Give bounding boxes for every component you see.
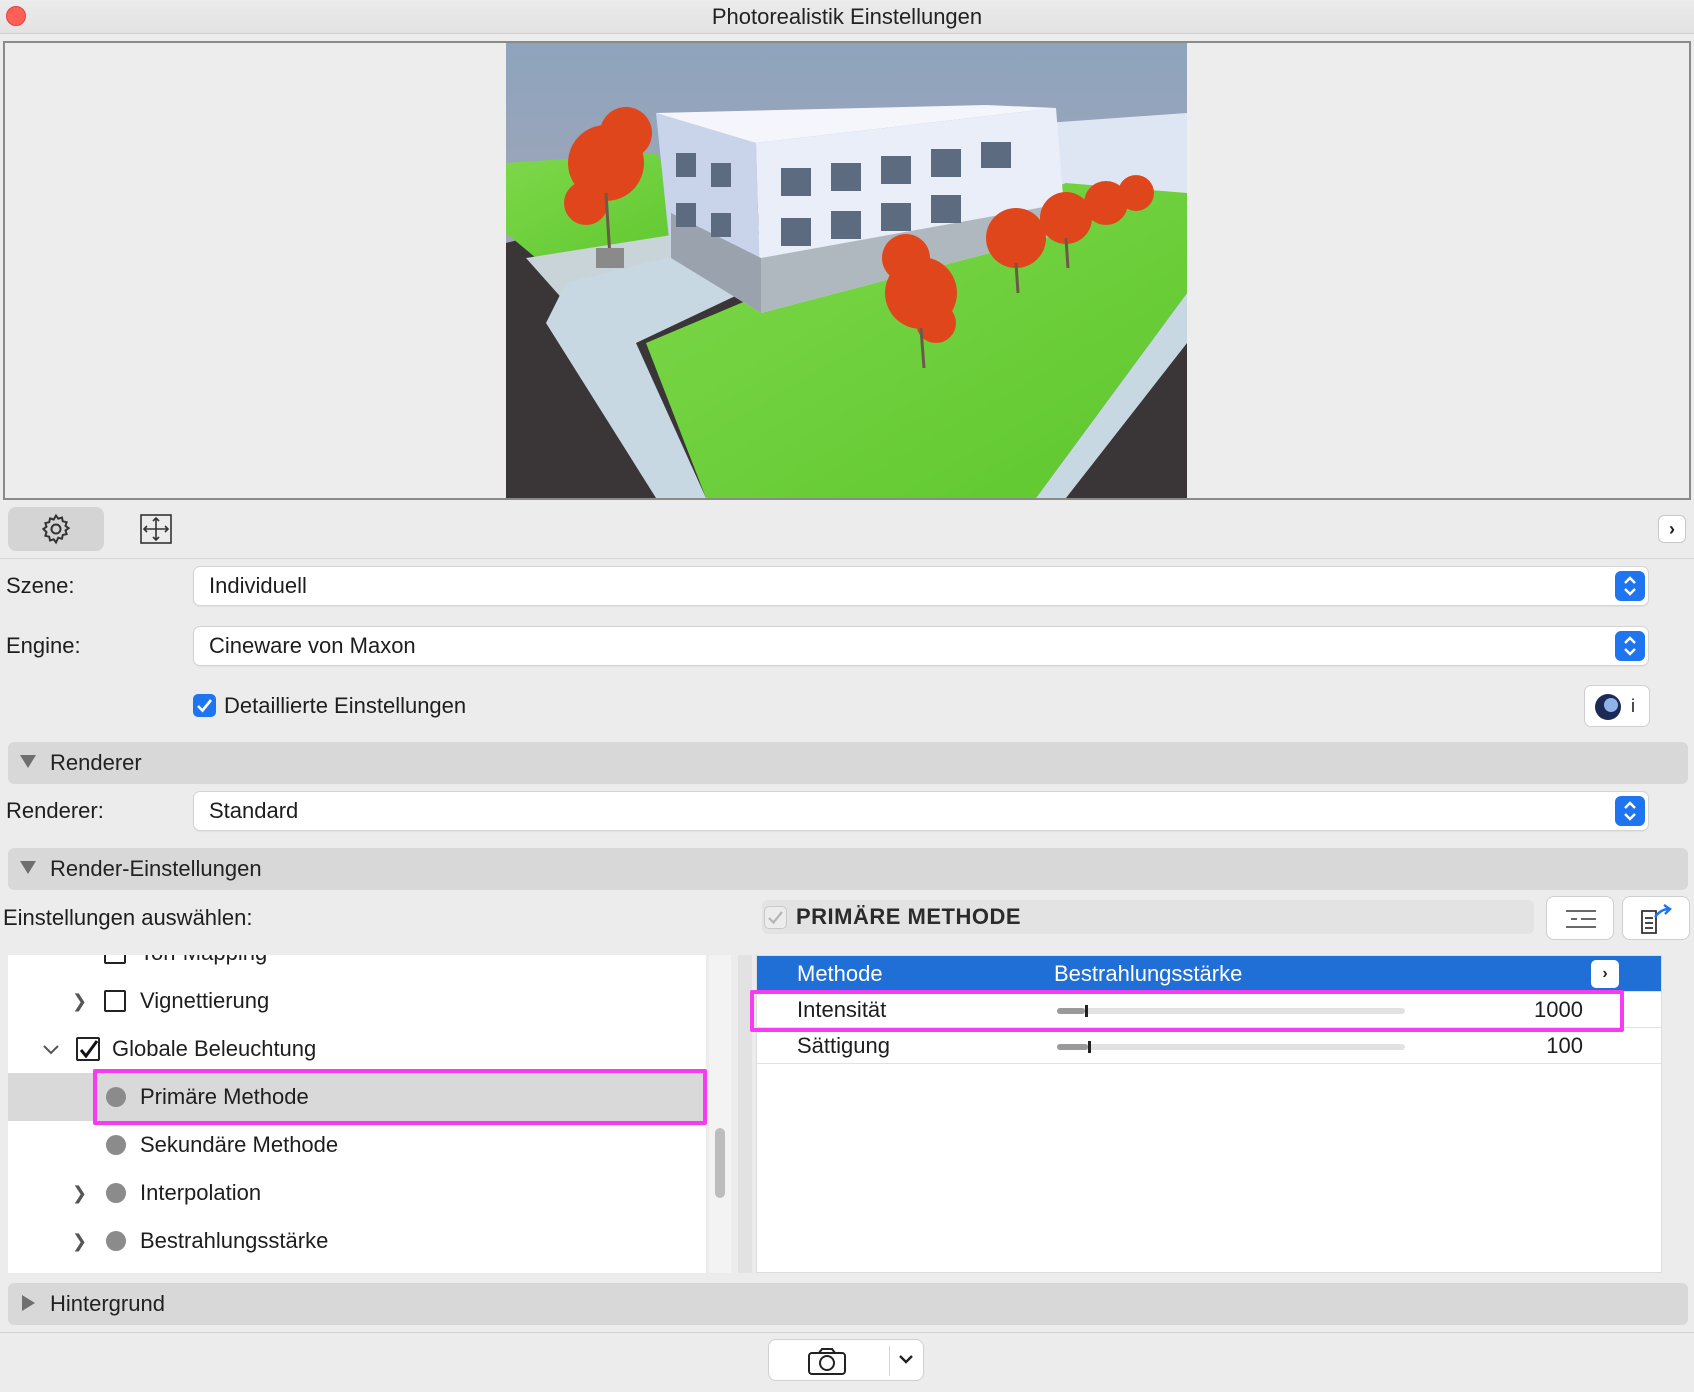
chevron-right-icon: ›	[1669, 519, 1675, 539]
updown-chevron-icon	[1615, 631, 1645, 661]
intensity-slider[interactable]	[1057, 1005, 1405, 1017]
section-render-settings-label: Render-Einstellungen	[50, 856, 262, 881]
slider-fill	[1057, 1008, 1085, 1014]
renderer-select[interactable]: Standard	[193, 791, 1649, 831]
slider-thumb[interactable]	[1084, 1005, 1088, 1017]
gear-icon	[8, 507, 104, 551]
section-background[interactable]: Hintergrund	[8, 1283, 1688, 1325]
settings-tab-button[interactable]	[8, 507, 104, 551]
property-name: Intensität	[797, 997, 887, 1022]
tree-item-bestrahlungsstaerke[interactable]: ❯ Bestrahlungsstärke	[8, 1217, 706, 1265]
detailed-settings-label: Detaillierte Einstellungen	[224, 693, 467, 718]
triangle-right-icon	[22, 1295, 35, 1311]
choose-settings-label: Einstellungen auswählen:	[3, 905, 253, 930]
chevron-right-icon[interactable]: ❯	[72, 1180, 87, 1206]
properties-panel: Methode Bestrahlungsstärke › Intensität …	[756, 955, 1662, 1273]
status-dot	[106, 1135, 126, 1155]
chevron-down-icon[interactable]	[898, 1354, 914, 1366]
tree-item-ton-mapping[interactable]: Ton-Mapping	[8, 955, 706, 977]
current-setting-title: PRIMÄRE METHODE	[796, 904, 1022, 929]
scene-label: Szene:	[6, 573, 75, 598]
tree-scrollbar[interactable]	[709, 955, 731, 1273]
settings-tree-panel[interactable]: Ton-Mapping ❯ Vignettierung Globale Bele…	[8, 955, 706, 1273]
property-row-saettigung[interactable]: Sättigung 100	[757, 1028, 1661, 1064]
tree-item-vignettierung[interactable]: ❯ Vignettierung	[8, 977, 706, 1025]
detailed-settings-checkbox[interactable]	[193, 694, 216, 717]
property-row-intensitaet[interactable]: Intensität 1000	[757, 992, 1661, 1028]
tree-view-button[interactable]	[1546, 896, 1614, 940]
export-settings-button[interactable]	[1622, 896, 1690, 940]
checkmark-icon	[768, 911, 783, 925]
slider-thumb[interactable]	[1088, 1041, 1092, 1053]
tree-item-globale-beleuchtung[interactable]: Globale Beleuchtung	[8, 1025, 706, 1073]
checkmark-icon	[79, 1040, 99, 1059]
engine-value: Cineware von Maxon	[209, 633, 416, 658]
camera-icon	[808, 1348, 846, 1375]
section-renderer-label: Renderer	[50, 750, 142, 775]
triangle-down-icon	[20, 755, 36, 768]
property-value: Bestrahlungsstärke	[1054, 961, 1243, 986]
render-preview-image	[506, 43, 1187, 498]
property-value: 100	[1546, 1033, 1583, 1058]
bottom-divider	[0, 1332, 1694, 1333]
tree-item-primaere-methode[interactable]: Primäre Methode	[8, 1073, 706, 1121]
property-name: Sättigung	[797, 1033, 890, 1058]
cineware-info-button[interactable]: i	[1584, 685, 1650, 727]
property-value: 1000	[1534, 997, 1583, 1022]
engine-select[interactable]: Cineware von Maxon	[193, 626, 1649, 666]
status-dot	[106, 1231, 126, 1251]
checkmark-icon	[197, 699, 213, 713]
button-divider	[889, 1346, 890, 1376]
chevron-right-icon[interactable]: ❯	[72, 988, 87, 1014]
checkbox[interactable]	[104, 990, 126, 1012]
status-dot	[106, 1183, 126, 1203]
updown-chevron-icon	[1615, 796, 1645, 826]
tree-scroll-thumb[interactable]	[715, 1128, 725, 1198]
current-setting-checkbox[interactable]	[764, 906, 787, 929]
scene-select[interactable]: Individuell	[193, 566, 1649, 606]
checkbox[interactable]	[76, 1037, 100, 1061]
section-render-settings[interactable]: Render-Einstellungen	[8, 848, 1688, 890]
info-label: i	[1631, 696, 1635, 716]
slider-fill	[1057, 1044, 1089, 1050]
panel-splitter[interactable]	[738, 955, 752, 1273]
renderer-value: Standard	[209, 798, 299, 823]
property-row-methode[interactable]: Methode Bestrahlungsstärke ›	[757, 956, 1661, 992]
render-preview-area	[3, 41, 1691, 500]
property-name: Methode	[797, 961, 883, 986]
status-dot	[106, 1087, 126, 1107]
renderer-label: Renderer:	[6, 798, 104, 823]
chevron-down-icon[interactable]	[42, 1044, 60, 1056]
section-renderer[interactable]: Renderer	[8, 742, 1688, 784]
render-button[interactable]	[768, 1339, 924, 1381]
checkbox[interactable]	[104, 955, 126, 964]
window-title: Photorealistik Einstellungen	[711, 4, 983, 29]
triangle-down-icon	[20, 861, 36, 874]
list-tree-icon	[1566, 910, 1596, 928]
layout-tab-button[interactable]	[126, 507, 186, 551]
saturation-slider[interactable]	[1057, 1041, 1405, 1053]
chevron-right-icon[interactable]: ❯	[72, 1228, 87, 1254]
cinema4d-logo-icon	[1595, 694, 1621, 720]
section-background-label: Hintergrund	[50, 1291, 165, 1316]
document-export-icon	[1641, 904, 1672, 934]
expand-panel-button[interactable]: ›	[1658, 515, 1686, 543]
updown-chevron-icon	[1615, 571, 1645, 601]
engine-label: Engine:	[6, 633, 81, 658]
tree-item-sekundaere-methode[interactable]: Sekundäre Methode	[8, 1121, 706, 1169]
toolbar-divider	[0, 558, 1694, 559]
scene-value: Individuell	[209, 573, 307, 598]
open-submenu-button[interactable]: ›	[1591, 960, 1619, 988]
chevron-right-icon: ›	[1602, 965, 1608, 982]
tree-item-interpolation[interactable]: ❯ Interpolation	[8, 1169, 706, 1217]
layout-icon	[126, 507, 186, 551]
